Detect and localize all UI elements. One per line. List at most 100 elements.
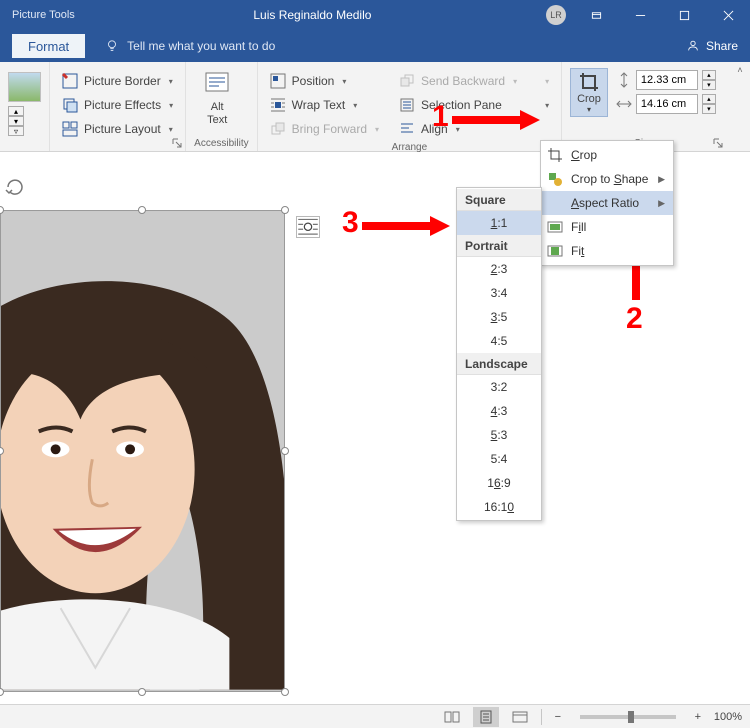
selection-handle[interactable]	[281, 206, 289, 214]
ar-item-4-3[interactable]: 4:3	[457, 399, 541, 423]
minimize-button[interactable]	[618, 0, 662, 30]
web-layout-button[interactable]	[507, 707, 533, 727]
ar-item-4-5[interactable]: 4:5	[457, 329, 541, 353]
submenu-arrow-icon: ▶	[658, 174, 665, 185]
ar-header-square: Square	[457, 189, 541, 211]
aspect-ratio-submenu: Square 1:1 Portrait 2:3 3:4 3:5 4:5 Land…	[456, 187, 542, 521]
size-group: Crop ▾ ▴▾ ▴▾ Size	[562, 62, 726, 151]
height-spin-up[interactable]: ▴	[702, 70, 716, 80]
print-layout-button[interactable]	[473, 707, 499, 727]
ar-item-5-4[interactable]: 5:4	[457, 447, 541, 471]
selection-handle[interactable]	[281, 447, 289, 455]
forward-icon	[270, 121, 286, 137]
maximize-button[interactable]	[662, 0, 706, 30]
height-icon	[616, 72, 632, 88]
annotation-arrow-1	[452, 110, 540, 130]
zoom-level[interactable]: 100%	[714, 711, 742, 723]
ar-item-3-2[interactable]: 3:2	[457, 375, 541, 399]
height-spin-down[interactable]: ▾	[702, 80, 716, 90]
collapse-ribbon-button[interactable]: ˄	[732, 62, 748, 78]
ar-header-portrait: Portrait	[457, 235, 541, 257]
crop-menu-fill[interactable]: Fill	[541, 215, 673, 239]
width-spin-up[interactable]: ▴	[702, 94, 716, 104]
document-title: Luis Reginaldo Medilo	[87, 8, 538, 22]
annotation-number-2: 2	[626, 302, 643, 336]
share-button[interactable]: Share	[686, 39, 738, 53]
arrange-group: Position▾ Wrap Text▾ Bring Forward▾ Send…	[258, 62, 562, 151]
picture-styles-group: ▴ ▾ ▿	[0, 62, 50, 151]
zoom-slider-thumb[interactable]	[628, 711, 634, 723]
contextual-tools-label: Picture Tools	[0, 4, 87, 26]
layout-options-button[interactable]	[296, 216, 320, 238]
zoom-slider[interactable]	[580, 715, 676, 719]
zoom-in-button[interactable]: +	[690, 711, 706, 723]
border-icon	[62, 73, 78, 89]
ar-item-16-10[interactable]: 16:10	[457, 495, 541, 519]
picture-effects-button[interactable]: Picture Effects▾	[58, 94, 177, 116]
selection-icon	[399, 97, 415, 113]
ar-item-3-4[interactable]: 3:4	[457, 281, 541, 305]
alt-text-icon	[203, 70, 231, 98]
group-label-arrange: Arrange	[266, 140, 553, 155]
read-mode-button[interactable]	[439, 707, 465, 727]
width-input[interactable]	[636, 94, 698, 114]
styles-row-down[interactable]: ▾	[8, 116, 24, 126]
group-label-accessibility: Accessibility	[194, 136, 248, 151]
dialog-launcher-size-icon[interactable]	[712, 137, 724, 149]
selected-picture[interactable]	[0, 210, 285, 692]
user-avatar[interactable]: LR	[546, 5, 566, 25]
ar-header-landscape: Landscape	[457, 353, 541, 375]
ribbon: ▴ ▾ ▿ Picture Border▾ Picture Effects▾ P…	[0, 62, 750, 152]
dialog-launcher-icon[interactable]	[171, 137, 183, 149]
picture-border-button[interactable]: Picture Border▾	[58, 70, 177, 92]
crop-dropdown-menu: Crop Crop to Shape ▶ Aspect Ratio ▶ Fill…	[540, 140, 674, 266]
tab-format[interactable]: Format	[12, 34, 85, 58]
crop-menu-crop[interactable]: Crop	[541, 143, 673, 167]
group-button: ▾	[533, 70, 553, 92]
wrap-icon	[270, 97, 286, 113]
ar-item-1-1[interactable]: 1:1	[457, 211, 541, 235]
zoom-out-button[interactable]: −	[550, 711, 566, 723]
annotation-number-1: 1	[432, 100, 449, 134]
rotate-handle-icon[interactable]	[4, 176, 26, 198]
picture-layout-button[interactable]: Picture Layout▾	[58, 118, 177, 140]
close-button[interactable]	[706, 0, 750, 30]
width-spin-down[interactable]: ▾	[702, 104, 716, 114]
tell-me-search[interactable]: Tell me what you want to do	[105, 39, 686, 53]
position-button[interactable]: Position▾	[266, 70, 383, 92]
wrap-text-button[interactable]: Wrap Text▾	[266, 94, 383, 116]
backward-icon	[399, 73, 415, 89]
crop-menu-crop-to-shape[interactable]: Crop to Shape ▶	[541, 167, 673, 191]
crop-menu-aspect-ratio[interactable]: Aspect Ratio ▶	[541, 191, 673, 215]
ar-item-2-3[interactable]: 2:3	[457, 257, 541, 281]
send-backward-button: Send Backward▾	[395, 70, 521, 92]
accessibility-group: Alt Text Accessibility	[186, 62, 257, 151]
status-bar: − + 100%	[0, 704, 750, 728]
portrait-photo	[1, 211, 284, 690]
crop-button[interactable]: Crop ▾	[570, 68, 608, 117]
selection-handle[interactable]	[281, 688, 289, 696]
ar-item-16-9[interactable]: 16:9	[457, 471, 541, 495]
picture-style-thumb[interactable]	[8, 72, 41, 102]
styles-row-up[interactable]: ▴	[8, 106, 24, 116]
crop-icon	[578, 71, 600, 93]
crop-icon	[547, 147, 563, 163]
ar-item-5-3[interactable]: 5:3	[457, 423, 541, 447]
fit-icon	[547, 243, 563, 259]
fill-icon	[547, 219, 563, 235]
selection-handle[interactable]	[138, 206, 146, 214]
submenu-arrow-icon: ▶	[658, 198, 665, 209]
ribbon-display-options-button[interactable]	[574, 0, 618, 30]
selection-handle[interactable]	[0, 688, 4, 696]
selection-handle[interactable]	[138, 688, 146, 696]
shape-icon	[547, 171, 563, 187]
ar-item-3-5[interactable]: 3:5	[457, 305, 541, 329]
title-bar: Picture Tools Luis Reginaldo Medilo LR	[0, 0, 750, 30]
picture-format-group: Picture Border▾ Picture Effects▾ Picture…	[50, 62, 186, 151]
crop-menu-fit[interactable]: Fit	[541, 239, 673, 263]
height-input[interactable]	[636, 70, 698, 90]
alt-text-button[interactable]: Alt Text	[194, 66, 240, 127]
bring-forward-button: Bring Forward▾	[266, 118, 383, 140]
styles-more[interactable]: ▿	[8, 126, 24, 136]
annotation-number-3: 3	[342, 206, 359, 240]
